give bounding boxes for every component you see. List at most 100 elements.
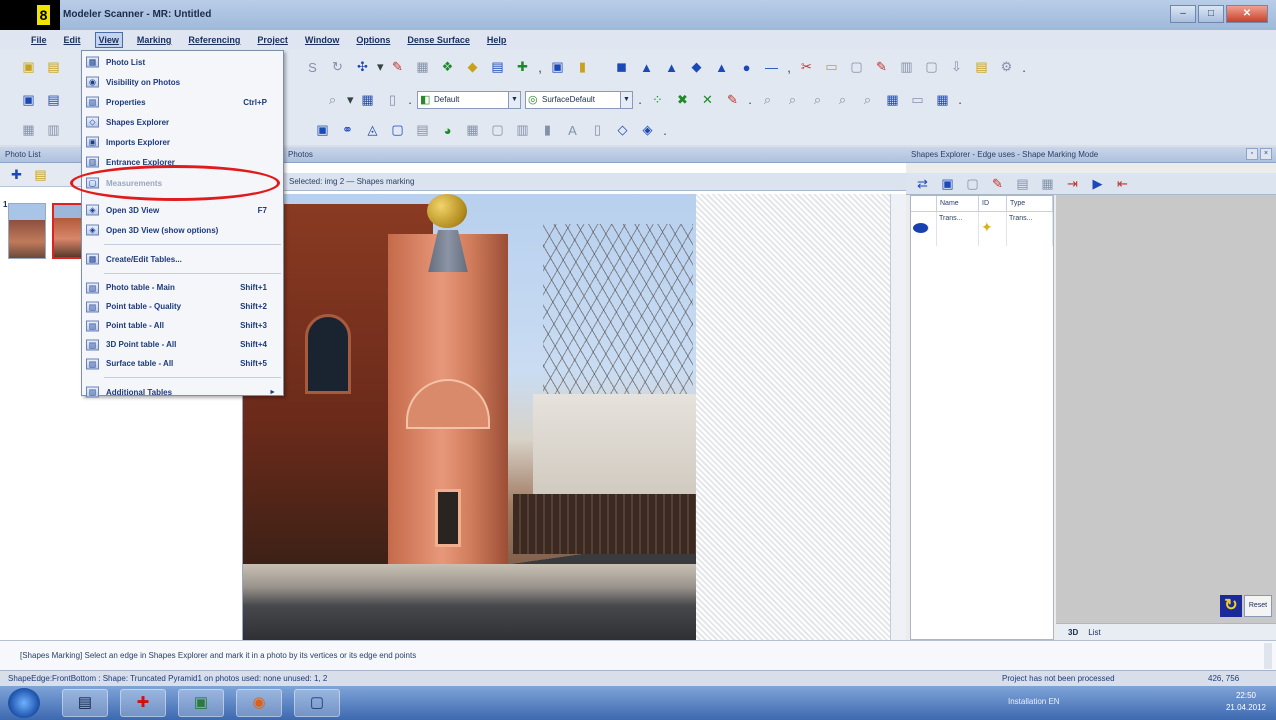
network-icon[interactable]: ✣ <box>352 57 373 78</box>
line-shape-icon[interactable]: — <box>761 57 782 78</box>
table-icon[interactable]: ▦ <box>18 120 39 141</box>
add-point-icon[interactable]: ✚ <box>512 57 533 78</box>
menu-item-point-table-all[interactable]: ▤ Point table - All Shift+3 <box>82 316 283 335</box>
open-folder-icon[interactable]: ▤ <box>43 57 64 78</box>
box-shape-icon[interactable]: ◼ <box>611 57 632 78</box>
grid-view-icon[interactable]: ▦ <box>1037 173 1058 194</box>
menu-item-shapes-explorer[interactable]: ◇ Shapes Explorer <box>82 112 283 132</box>
select-icon[interactable]: ▣ <box>937 173 958 194</box>
firefox-icon[interactable]: ◉ <box>236 689 282 717</box>
zoom-icon[interactable]: ⌕ <box>322 89 343 110</box>
draw-icon[interactable]: ✎ <box>722 89 743 110</box>
menu-marking[interactable]: Marking <box>134 33 175 47</box>
tray-clock[interactable]: 22:50 21.04.2012 <box>1226 690 1266 714</box>
menu-item-point-table-quality[interactable]: ▤ Point table - Quality Shift+2 <box>82 297 283 316</box>
surface-combo[interactable]: ◎ SurfaceDefault ▼ <box>525 90 633 109</box>
panel-icon[interactable]: ▣ <box>547 57 568 78</box>
close-button[interactable]: ✕ <box>1226 5 1268 23</box>
arrows-icon[interactable]: ⇄ <box>912 173 933 194</box>
file-explorer-icon[interactable]: ▤ <box>62 689 108 717</box>
photo-app-icon[interactable]: ▣ <box>178 689 224 717</box>
pin-icon[interactable]: ▫ <box>1246 148 1258 160</box>
style-combo[interactable]: ◧ Default ▼ <box>417 90 521 109</box>
link-icon[interactable]: ⚭ <box>337 120 358 141</box>
cone-shape-icon[interactable]: ▲ <box>711 57 732 78</box>
menu-dense-surface[interactable]: Dense Surface <box>404 33 473 47</box>
image-icon[interactable]: ▢ <box>846 57 867 78</box>
building-photo[interactable] <box>243 194 696 640</box>
import-icon[interactable]: ⇩ <box>946 57 967 78</box>
s-tool-icon[interactable]: S <box>302 57 323 78</box>
camera-view-icon[interactable]: ▣ <box>312 120 333 141</box>
report-icon[interactable]: ▤ <box>971 57 992 78</box>
menu-item-photo-table-main[interactable]: ▤ Photo table - Main Shift+1 <box>82 278 283 297</box>
mark-icon[interactable]: ✎ <box>987 173 1008 194</box>
close-icon[interactable]: × <box>1260 148 1272 160</box>
menu-item-imports-explorer[interactable]: ▣ Imports Explorer <box>82 132 283 152</box>
zoom-fit-icon[interactable]: ⌕ <box>807 89 828 110</box>
view-grid-icon[interactable]: ▦ <box>357 89 378 110</box>
menu-options[interactable]: Options <box>353 33 393 47</box>
column-id[interactable]: ID <box>979 196 1007 211</box>
pyramid-shape-icon[interactable]: ▲ <box>636 57 657 78</box>
column-type[interactable]: Type <box>1007 196 1053 211</box>
settings-icon[interactable]: ⚙ <box>996 57 1017 78</box>
menu-referencing[interactable]: Referencing <box>185 33 243 47</box>
tile-icon[interactable]: ▦ <box>882 89 903 110</box>
scale-icon[interactable]: ✂ <box>796 57 817 78</box>
menu-item-3d-point-table-all[interactable]: ▤ 3D Point table - All Shift+4 <box>82 335 283 354</box>
column-icon[interactable] <box>911 196 937 211</box>
compare-icon[interactable]: ▭ <box>907 89 928 110</box>
rotate-icon[interactable]: ↻ <box>327 57 348 78</box>
menu-item-visibility-on-photos[interactable]: ◉ Visibility on Photos <box>82 72 283 92</box>
zoom-in-icon[interactable]: ⌕ <box>757 89 778 110</box>
texture-icon[interactable]: ▥ <box>896 57 917 78</box>
3d-view-canvas[interactable] <box>1056 195 1276 623</box>
points-icon[interactable]: ⁘ <box>647 89 668 110</box>
ruler-icon[interactable]: ▮ <box>572 57 593 78</box>
add-photo-icon[interactable]: ✚ <box>6 164 27 185</box>
column-name[interactable]: Name <box>937 196 979 211</box>
cross-tool-icon[interactable]: ✖ <box>672 89 693 110</box>
frame-icon[interactable]: ▯ <box>382 89 403 110</box>
chart-icon[interactable]: ▥ <box>43 120 64 141</box>
diamond-tool-icon[interactable]: ◇ <box>612 120 633 141</box>
tab-3d[interactable]: 3D <box>1068 628 1078 637</box>
play-icon[interactable]: ▶ <box>1087 173 1108 194</box>
start-button[interactable] <box>8 688 40 718</box>
menu-file[interactable]: File <box>28 33 50 47</box>
sphere-shape-icon[interactable]: ● <box>736 57 757 78</box>
zoom-photo-icon[interactable]: ⌕ <box>832 89 853 110</box>
paint-icon[interactable]: ✎ <box>871 57 892 78</box>
layout-icon[interactable]: ▦ <box>932 89 953 110</box>
filter-icon[interactable]: ▢ <box>962 173 983 194</box>
photo-folder-icon[interactable]: ▤ <box>30 164 51 185</box>
menu-item-surface-table-all[interactable]: ▤ Surface table - All Shift+5 <box>82 354 283 373</box>
next-icon[interactable]: ⇥ <box>1062 173 1083 194</box>
layers-icon[interactable]: ▤ <box>487 57 508 78</box>
edge-tool-icon[interactable]: ❖ <box>437 57 458 78</box>
pencil-icon[interactable]: ✎ <box>387 57 408 78</box>
photo-icon[interactable]: ▤ <box>43 89 64 110</box>
minimize-button[interactable]: – <box>1170 5 1196 23</box>
tray-language[interactable]: Installation EN <box>1008 697 1060 706</box>
reset-view-icon[interactable]: ↻ <box>1220 595 1242 617</box>
menu-view[interactable]: View <box>94 32 123 48</box>
surface-fill-icon[interactable]: ◕ <box>437 120 458 141</box>
menu-help[interactable]: Help <box>484 33 510 47</box>
menu-project[interactable]: Project <box>254 33 291 47</box>
menu-item-open-3d-view-options[interactable]: ◈ Open 3D View (show options) <box>82 220 283 240</box>
app-icon[interactable]: 8 <box>0 0 60 30</box>
menu-edit[interactable]: Edit <box>61 33 84 47</box>
diamond-alt-tool-icon[interactable]: ◈ <box>637 120 658 141</box>
menu-item-additional-tables[interactable]: ▤ Additional Tables ► <box>82 382 283 402</box>
screen-icon[interactable]: ▣ <box>18 89 39 110</box>
app-red-icon[interactable]: ✚ <box>120 689 166 717</box>
maximize-button[interactable]: □ <box>1198 5 1224 23</box>
zoom-window-icon[interactable]: ⌕ <box>857 89 878 110</box>
octahedron-shape-icon[interactable]: ◆ <box>686 57 707 78</box>
grid-icon[interactable]: ▦ <box>412 57 433 78</box>
new-project-icon[interactable]: ▣ <box>18 57 39 78</box>
menu-item-create-edit-tables[interactable]: ▦ Create/Edit Tables... <box>82 249 283 269</box>
menu-window[interactable]: Window <box>302 33 342 47</box>
